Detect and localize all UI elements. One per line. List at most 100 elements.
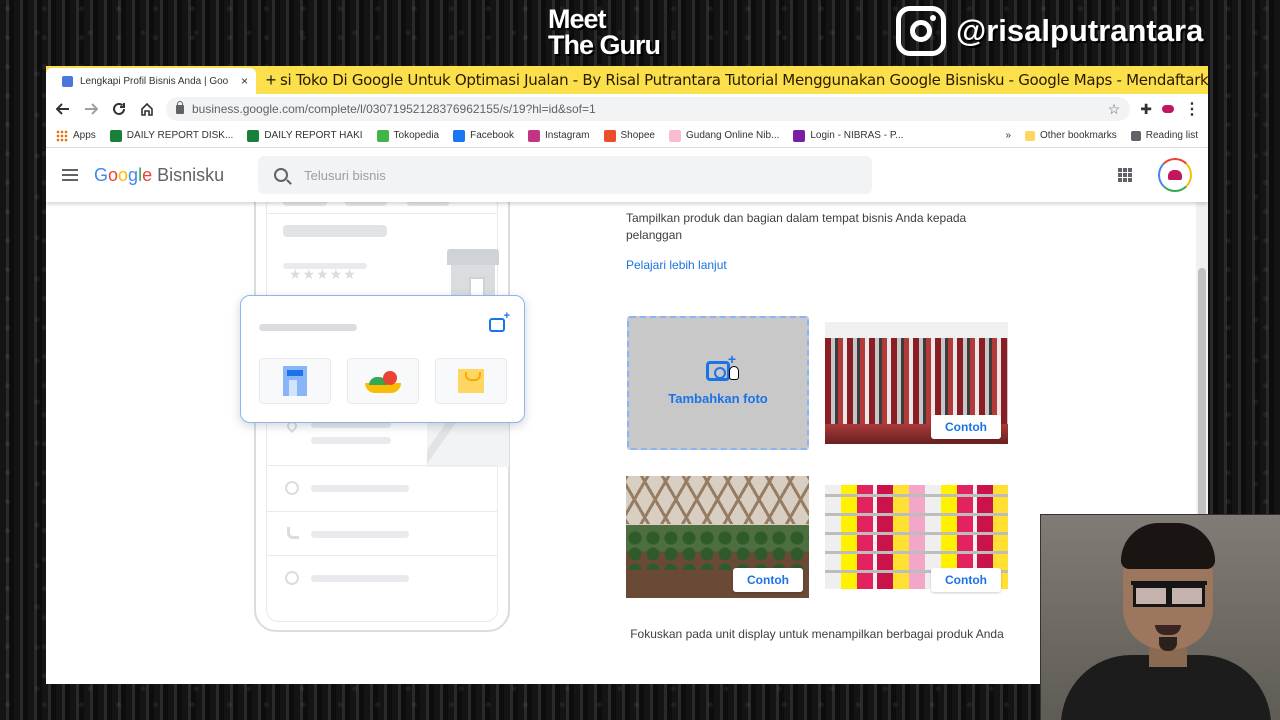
bookmark-item[interactable]: DAILY REPORT DISK... (109, 129, 234, 142)
gmb-header: Google Bisnisku Telusuri bisnis (46, 148, 1208, 202)
other-bookmarks-folder[interactable]: Other bookmarks (1025, 130, 1117, 141)
home-button[interactable] (138, 100, 156, 118)
url-text: business.google.com/complete/l/030719521… (192, 102, 596, 116)
bookmark-favicon-icon (376, 129, 389, 142)
bookmark-item[interactable]: Login - NIBRAS - P... (793, 129, 904, 142)
browser-menu-icon[interactable]: ⋮ (1184, 99, 1200, 119)
more-bookmarks-button[interactable]: » (1005, 130, 1011, 141)
browser-toolbar: business.google.com/complete/l/030719521… (46, 94, 1208, 124)
tab-active[interactable]: Lengkapi Profil Bisnis Anda | Goo × (46, 68, 256, 94)
arrow-right-icon (85, 103, 98, 115)
bookmarks-bar: Apps DAILY REPORT DISK... DAILY REPORT HAK… (46, 124, 1208, 148)
back-button[interactable] (54, 100, 72, 118)
bookmark-item[interactable]: Tokopedia (376, 129, 440, 142)
add-photo-label: Tambahkan foto (668, 390, 768, 406)
globe-icon (285, 571, 299, 585)
tab-bar: Lengkapi Profil Bisnis Anda | Goo × + si… (46, 66, 1208, 94)
bookmark-label: Tokopedia (393, 130, 440, 141)
search-placeholder: Telusuri bisnis (304, 167, 386, 183)
bookmark-label: Shopee (620, 130, 655, 141)
account-avatar[interactable] (1158, 158, 1192, 192)
main-menu-icon[interactable] (62, 169, 78, 181)
add-camera-icon (706, 351, 736, 381)
arrow-left-icon (56, 103, 69, 115)
bookmark-label: Instagram (545, 130, 590, 141)
channel-logo: Meet The Guru (548, 6, 661, 60)
instagram-icon (896, 6, 946, 56)
example-button-3[interactable]: Contoh (931, 568, 1001, 592)
bookmark-favicon-icon (793, 129, 806, 142)
food-icon (365, 369, 401, 393)
bookmark-favicon-icon (247, 129, 260, 142)
instagram-handle: @risalputrantara (956, 13, 1204, 48)
bookmark-favicon-icon (453, 129, 466, 142)
food-thumbnail (347, 358, 419, 404)
other-bookmarks-folder-label: Other bookmarks (1040, 130, 1117, 141)
address-bar[interactable]: business.google.com/complete/l/030719521… (166, 97, 1131, 121)
bookmark-favicon-icon (528, 129, 541, 142)
forward-button[interactable] (82, 100, 100, 118)
learn-more-link[interactable]: Pelajari lebih lanjut (626, 258, 727, 272)
new-tab-button[interactable]: + (262, 66, 280, 94)
video-frame: Meet The Guru @risalputrantara Lengkapi … (0, 0, 1280, 720)
reading-list-button[interactable]: Reading list (1130, 130, 1198, 141)
bookmark-item[interactable]: Shopee (603, 129, 655, 142)
extension-nibras-icon[interactable] (1162, 105, 1174, 113)
channel-logo-line2: The Guru (548, 30, 661, 60)
scrollbar-thumb[interactable] (1198, 268, 1206, 518)
extensions-puzzle-icon[interactable]: ✚ (1140, 101, 1152, 118)
scrolling-title-text: si Toko Di Google Untuk Optimasi Jualan … (280, 71, 1208, 89)
tip-text: Fokuskan pada unit display untuk menampi… (630, 627, 1004, 641)
store-icon (283, 366, 307, 396)
business-search-field[interactable]: Telusuri bisnis (258, 156, 873, 194)
add-photo-button[interactable]: Tambahkan foto (627, 316, 809, 450)
more-bookmarks-button-label: » (1005, 130, 1012, 141)
example-button-1[interactable]: Contoh (931, 415, 1001, 439)
reload-icon (113, 102, 125, 115)
mouse-cursor-hand-icon (729, 366, 739, 380)
bookmark-favicon-icon (56, 129, 68, 142)
bookmark-item[interactable]: Instagram (528, 129, 590, 142)
bookmark-label: Facebook (470, 130, 515, 141)
bag-thumbnail (435, 358, 507, 404)
google-apps-icon[interactable] (1118, 168, 1132, 182)
bookmark-favicon-icon (603, 129, 616, 142)
reading-list-button-label: Reading list (1145, 130, 1198, 141)
clock-icon (285, 481, 299, 495)
shopping-bag-icon (458, 369, 484, 393)
folder-icon (1025, 130, 1036, 141)
presenter-webcam (1040, 514, 1280, 720)
search-icon (274, 168, 289, 182)
bookmark-favicon-icon (109, 129, 122, 142)
reload-button[interactable] (110, 100, 128, 118)
bookmark-favicon-icon (668, 129, 681, 142)
instagram-handle-overlay: @risalputrantara (896, 6, 1203, 56)
storefront-icon (447, 249, 499, 299)
lock-icon (176, 100, 184, 114)
home-icon (141, 102, 153, 116)
bookmark-item[interactable]: Gudang Online Nib... (668, 129, 780, 142)
tab-title: Lengkapi Profil Bisnis Anda | Goo (80, 75, 229, 87)
scrolling-title-banner: si Toko Di Google Untuk Optimasi Jualan … (280, 66, 1208, 94)
browser-window: Lengkapi Profil Bisnis Anda | Goo × + si… (46, 66, 1208, 684)
add-photo-icon (489, 310, 510, 332)
bookmark-item[interactable]: Facebook (453, 129, 515, 142)
store-thumbnail (259, 358, 331, 404)
reading-list-icon (1130, 130, 1141, 141)
google-business-favicon-icon (62, 75, 73, 87)
google-bisnisku-logo[interactable]: Google Bisnisku (94, 165, 224, 186)
bookmark-item[interactable]: Apps (56, 129, 96, 142)
bookmark-label: Login - NIBRAS - P... (810, 130, 904, 141)
bookmark-item[interactable]: DAILY REPORT HAKI (247, 129, 363, 142)
section-description: Tampilkan produk dan bagian dalam tempat… (626, 211, 967, 242)
bookmark-label: Gudang Online Nib... (685, 130, 780, 141)
bookmark-star-icon[interactable]: ☆ (1108, 101, 1121, 118)
example-button-2[interactable]: Contoh (733, 568, 803, 592)
bookmark-label: DAILY REPORT HAKI (264, 130, 363, 141)
close-tab-icon[interactable]: × (241, 74, 248, 88)
main-content: ★★★★★ + Tampilkan produk dan bagian dala… (46, 182, 1208, 654)
phone-call-icon (287, 527, 299, 539)
bookmark-label: Apps (73, 130, 96, 141)
bookmark-label: DAILY REPORT DISK... (126, 130, 234, 141)
products-card-illustration (240, 295, 525, 423)
